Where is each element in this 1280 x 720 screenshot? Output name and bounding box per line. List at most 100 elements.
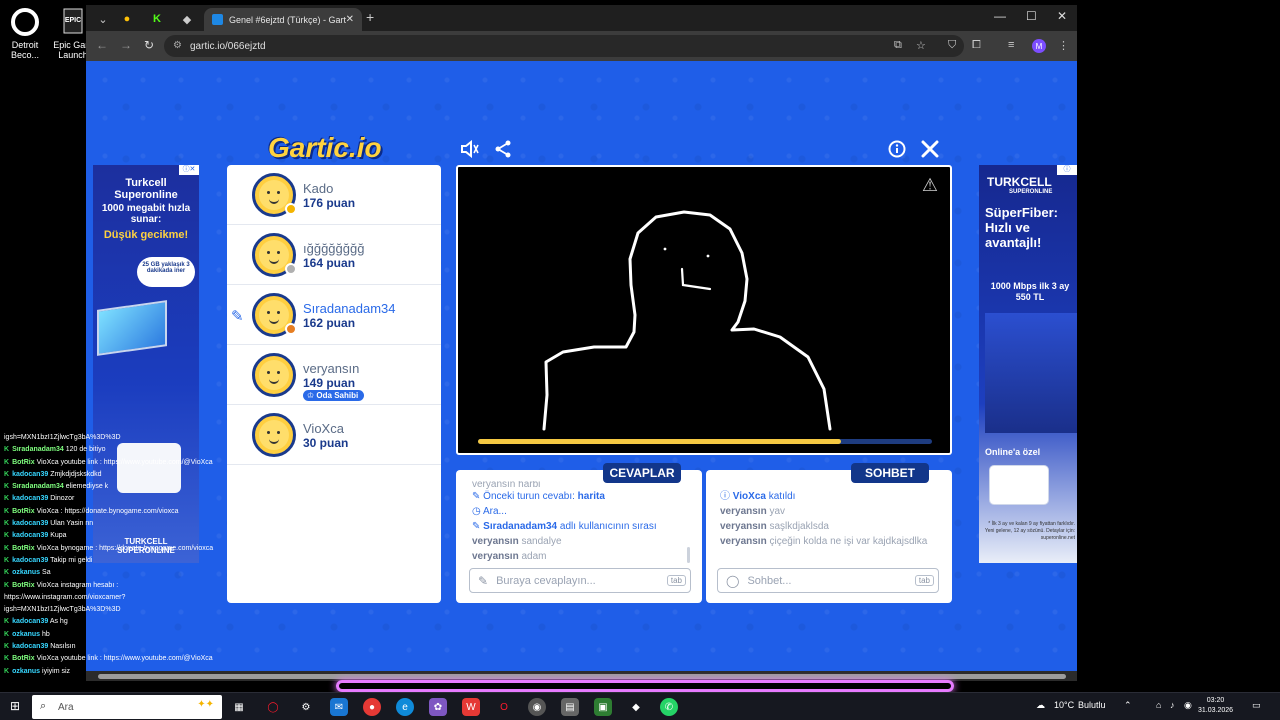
calculator-icon[interactable]: ▤ <box>561 698 579 716</box>
weather-icon[interactable]: ☁ <box>1036 700 1045 711</box>
language-icon[interactable]: ◉ <box>1184 700 1192 711</box>
edge-icon[interactable]: e <box>396 698 414 716</box>
ad-line: 1000 megabit hızla sunar: <box>101 203 191 225</box>
network-icon[interactable]: ⌂ <box>1156 700 1161 710</box>
round-timer-fill <box>478 439 842 444</box>
task-view-icon[interactable]: ▦ <box>230 698 248 716</box>
overlay-chat-text: VioXca youtube link : https://www.youtub… <box>36 458 213 466</box>
answers-scrollbar[interactable] <box>687 547 690 563</box>
forward-arrow-icon[interactable]: → <box>120 38 132 52</box>
room-owner-badge: ♔ Oda Sahibi <box>303 390 365 401</box>
maximize-button[interactable]: ☐ <box>1026 9 1037 23</box>
tab-chat[interactable]: SOHBET <box>851 463 929 483</box>
tab-pinned-2[interactable]: K <box>144 9 170 29</box>
chrome-profile-icon[interactable]: ◉ <box>528 698 546 716</box>
clock-time: 03:20 <box>1206 697 1225 704</box>
tab-close-icon[interactable]: ✕ <box>346 14 354 25</box>
kick-badge-icon: K <box>4 569 10 577</box>
weather-text[interactable]: Bulutlu <box>1078 700 1106 710</box>
menu-dots-icon[interactable]: ⋮ <box>1058 39 1069 52</box>
chat-row: veryansın yav <box>720 504 948 519</box>
ad-banner-right[interactable]: ⓘ TURKCELL SUPERONLINE SüperFiber: Hızlı… <box>979 165 1077 563</box>
tab-title: Genel #6ejztd (Türkçe) - Gartic <box>229 14 346 25</box>
tab-pinned-3[interactable]: ◆ <box>174 9 200 29</box>
chrome-icon[interactable]: ● <box>363 698 381 716</box>
media-controls-icon[interactable]: ≡ <box>1008 39 1014 51</box>
chat-input[interactable]: ◯ Sohbet... tab <box>717 568 939 593</box>
tab-answers[interactable]: CEVAPLAR <box>603 463 681 483</box>
windows-start-icon[interactable]: ⊞ <box>10 700 22 712</box>
desktop-shortcut-detroit[interactable]: Detroit Beco... <box>0 6 50 60</box>
volume-icon[interactable]: ♪ <box>1170 700 1175 710</box>
back-arrow-icon[interactable]: ← <box>96 38 108 52</box>
steam-icon[interactable]: ⚙ <box>297 698 315 716</box>
reload-icon[interactable]: ↻ <box>144 38 154 52</box>
whatsapp-icon[interactable]: ✆ <box>660 698 678 716</box>
opera-icon[interactable]: O <box>495 698 513 716</box>
gartic-favicon-icon <box>212 14 223 25</box>
overlay-chat-row: igsh=MXN1bzI1ZjlwcTg3bA%3D%3D <box>4 604 244 616</box>
tab-pinned-1[interactable]: ● <box>114 9 140 29</box>
chat-user: veryansın <box>720 506 767 517</box>
install-app-icon[interactable]: ⧉ <box>894 39 902 52</box>
tab-gartic[interactable]: Genel #6ejztd (Türkçe) - Gartic ✕ <box>204 8 362 31</box>
tray-chevron-icon[interactable]: ⌃ <box>1124 700 1132 711</box>
bookmark-star-icon[interactable]: ☆ <box>916 39 926 52</box>
kick-badge-icon: K <box>4 618 10 626</box>
ad-choices-icon[interactable]: ⓘ <box>1057 165 1077 175</box>
taskbar: ⊞ ⌕ Ara ✦✦ ▦ ◯ ⚙ ✉ ● e ✿ W O ◉ ▤ ▣ ◆ ✆ ☁… <box>0 692 1280 720</box>
taskbar-search[interactable]: ⌕ Ara ✦✦ <box>32 695 222 719</box>
photos-icon[interactable]: ✿ <box>429 698 447 716</box>
minimize-button[interactable]: — <box>994 9 1006 23</box>
overlay-chat-row: Kkadocan39 Dinozor <box>4 493 244 505</box>
joined-text: katıldı <box>768 491 796 502</box>
player-row[interactable]: veryansın 149 puan ♔ Oda Sahibi <box>227 345 441 405</box>
join-row: ⓘ VioXca katıldı <box>720 489 948 504</box>
player-row[interactable]: VioXca 30 puan <box>227 405 441 465</box>
detroit-icon <box>9 6 41 38</box>
kick-badge-icon: K <box>4 507 10 515</box>
player-row[interactable]: ığğğğğğğğ 164 puan <box>227 225 441 285</box>
taskbar-clock[interactable]: 03:20 31.03.2026 <box>1198 696 1233 716</box>
extensions-puzzle-icon[interactable]: ⧠ <box>972 39 981 52</box>
overlay-chat-text: igsh=MXN1bzI1ZjlwcTg3bA%3D%3D <box>4 606 121 614</box>
tab-search-button[interactable]: ⌄ <box>90 9 116 29</box>
answer-input[interactable]: ✎ Buraya cevaplayın... tab <box>469 568 691 593</box>
pencil-icon: ✎ <box>231 308 244 325</box>
game-app-icon[interactable]: ◆ <box>627 698 645 716</box>
overlay-chat-text: 120 de bitiyo <box>65 446 106 454</box>
close-window-button[interactable]: ✕ <box>1057 9 1067 23</box>
ad-choices-icon[interactable]: ⓘ✕ <box>179 165 199 175</box>
clock-icon: ◷ <box>472 506 481 517</box>
overlay-chat-text: https://www.instagram.com/vioxcamer? <box>4 593 126 601</box>
overlay-chat-row: K BotRix VioXca : https://donate.bynogame… <box>4 506 244 518</box>
player-row[interactable]: Kado 176 puan <box>227 165 441 225</box>
notifications-icon[interactable]: ▭ <box>1252 700 1261 711</box>
overlay-chat-text: Dinozor <box>50 495 75 503</box>
player-name: Kado <box>303 181 334 196</box>
overlay-chat-row: Kozkanus hb <box>4 629 244 641</box>
share-icon[interactable] <box>491 137 515 161</box>
info-icon[interactable] <box>885 137 909 161</box>
drawing-canvas[interactable]: ⚠ <box>456 165 952 455</box>
weather-temp[interactable]: 10°C <box>1054 700 1074 710</box>
player-row[interactable]: ✎ Sıradanadam34 162 puan <box>227 285 441 345</box>
obs-app-icon[interactable]: ▣ <box>594 698 612 716</box>
overlay-chat-text: Ulan Yasin nn <box>50 520 94 528</box>
profile-avatar[interactable]: M <box>1032 39 1046 53</box>
shield-extension-icon[interactable]: ⛉ <box>948 39 956 52</box>
player-score: 149 puan <box>303 376 356 390</box>
sound-icon[interactable] <box>458 137 482 161</box>
close-icon[interactable] <box>918 137 942 161</box>
report-warning-icon[interactable]: ⚠ <box>922 175 938 196</box>
url-input[interactable]: ⚙ gartic.io/066ejztd <box>164 35 964 57</box>
player-name: Sıradanadam34 <box>303 301 396 316</box>
site-settings-icon[interactable]: ⚙ <box>173 40 182 51</box>
gartic-logo[interactable]: Gartic.io <box>268 132 382 164</box>
previous-answer-label: Önceki turun cevabı: <box>483 491 575 502</box>
wps-icon[interactable]: W <box>462 698 480 716</box>
pencil-icon: ✎ <box>472 491 481 502</box>
opera-gx-icon[interactable]: ◯ <box>264 698 282 716</box>
new-tab-button[interactable]: + <box>366 9 374 25</box>
mail-app-icon[interactable]: ✉ <box>330 698 348 716</box>
